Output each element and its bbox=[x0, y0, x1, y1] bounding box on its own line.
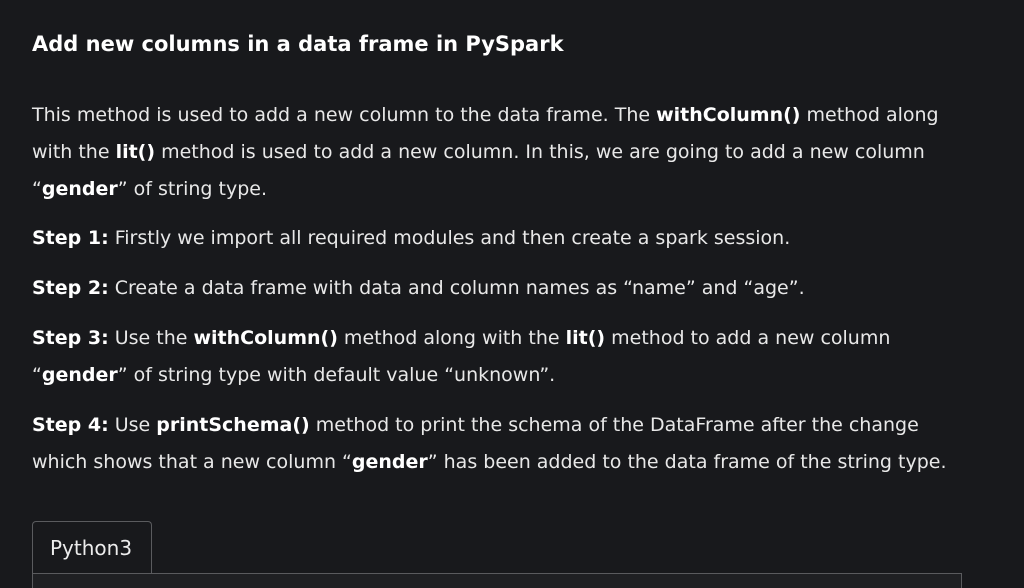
lit-code: lit() bbox=[115, 141, 156, 163]
intro-text-4: ” of string type. bbox=[117, 178, 268, 200]
step-text: Firstly we import all required modules a… bbox=[108, 227, 791, 249]
article-title: Add new columns in a data frame in PySpa… bbox=[32, 32, 564, 56]
tab-python3[interactable]: Python3 bbox=[32, 521, 152, 573]
gender-bold: gender bbox=[351, 451, 428, 473]
step-2-paragraph: Step 2: Create a data frame with data an… bbox=[32, 270, 967, 307]
code-block-panel bbox=[32, 573, 962, 588]
step-text: Use bbox=[108, 414, 157, 436]
step-label: Step 4: bbox=[32, 414, 109, 436]
intro-paragraph: This method is used to add a new column … bbox=[32, 97, 967, 208]
withcolumn-code: withColumn() bbox=[656, 104, 801, 126]
step-3-paragraph: Step 3: Use the withColumn() method alon… bbox=[32, 320, 967, 394]
printschema-code: printSchema() bbox=[156, 414, 310, 436]
step-label: Step 3: bbox=[32, 327, 109, 349]
withcolumn-code: withColumn() bbox=[193, 327, 338, 349]
step-1-paragraph: Step 1: Firstly we import all required m… bbox=[32, 220, 967, 257]
tab-label: Python3 bbox=[50, 536, 133, 560]
gender-bold: gender bbox=[41, 364, 118, 386]
step-label: Step 1: bbox=[32, 227, 109, 249]
step-label: Step 2: bbox=[32, 277, 109, 299]
step-text: ” of string type with default value “unk… bbox=[117, 364, 556, 386]
step-text: Use the bbox=[108, 327, 194, 349]
intro-text-1: This method is used to add a new column … bbox=[32, 104, 657, 126]
lit-code: lit() bbox=[565, 327, 606, 349]
gender-bold: gender bbox=[41, 178, 118, 200]
step-text: Create a data frame with data and column… bbox=[108, 277, 805, 299]
step-4-paragraph: Step 4: Use printSchema() method to prin… bbox=[32, 407, 967, 481]
step-text: ” has been added to the data frame of th… bbox=[427, 451, 947, 473]
step-text: method along with the bbox=[337, 327, 566, 349]
